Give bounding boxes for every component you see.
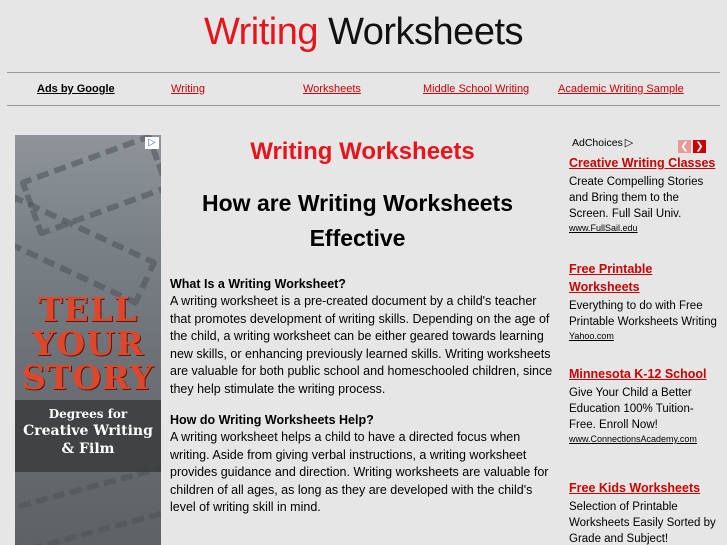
nav-link-middle-school-writing[interactable]: Middle School Writing xyxy=(423,83,529,95)
page-subheading: How are Writing Worksheets Effective xyxy=(202,190,513,251)
ads-by-google-label[interactable]: Ads by Google xyxy=(37,83,115,95)
site-title-part2: Worksheets xyxy=(328,11,524,53)
nav-link-writing[interactable]: Writing xyxy=(171,83,205,95)
section-title: What Is a Writing Worksheet? xyxy=(170,277,346,291)
ad-item[interactable]: Creative Writing Classes Create Compelli… xyxy=(569,154,719,234)
film-strip-decoration xyxy=(15,463,161,545)
ad-title-link[interactable]: Creative Writing Classes xyxy=(569,154,719,172)
ad-title-link[interactable]: Minnesota K-12 School xyxy=(569,365,719,383)
page-heading: Writing Worksheets xyxy=(250,138,475,165)
chevron-right-icon[interactable]: ❯ xyxy=(693,140,706,153)
adchoices-icon[interactable]: ▷ xyxy=(145,137,159,149)
left-banner-ad[interactable]: ▷ TELL YOUR STORY Degrees for Creative W… xyxy=(15,135,161,545)
ad-description: Everything to do with Free Printable Wor… xyxy=(569,300,717,328)
ad-title-link[interactable]: Free Kids Worksheets xyxy=(569,479,719,497)
ad-item[interactable]: Free Kids Worksheets Selection of Printa… xyxy=(569,479,719,545)
site-title: Writing Worksheets xyxy=(0,10,727,54)
ad-tagline: Degrees for Creative Writing & Film xyxy=(15,400,161,472)
nav-link-worksheets[interactable]: Worksheets xyxy=(303,83,361,95)
ad-description: Give Your Child a Better Education 100% … xyxy=(569,387,694,431)
ad-url[interactable]: www.ConnectionsAcademy.com xyxy=(569,433,719,445)
section-body: A writing worksheet helps a child to hav… xyxy=(170,430,549,514)
ad-headline: TELL YOUR STORY xyxy=(21,290,155,397)
ad-url[interactable]: www.FullSail.edu xyxy=(569,222,719,234)
ad-nav-arrows: ❮ ❯ xyxy=(678,136,708,154)
nav-link-academic-writing-sample[interactable]: Academic Writing Sample xyxy=(558,83,684,95)
adchoices-label[interactable]: AdChoices ▷ xyxy=(572,136,633,149)
ad-description: Create Compelling Stories and Bring them… xyxy=(569,176,704,220)
top-nav: Ads by Google Writing Worksheets Middle … xyxy=(7,72,720,106)
ad-title-link[interactable]: Free Printable Worksheets xyxy=(569,260,719,296)
site-title-part1: Writing xyxy=(203,11,319,53)
chevron-left-icon[interactable]: ❮ xyxy=(678,140,691,153)
section-title: How do Writing Worksheets Help? xyxy=(170,413,374,427)
section-body: A writing worksheet is a pre-created doc… xyxy=(170,294,553,396)
ad-description: Selection of Printable Worksheets Easily… xyxy=(569,501,716,545)
ad-item[interactable]: Free Printable Worksheets Everything to … xyxy=(569,260,719,342)
ad-url[interactable]: Yahoo.com xyxy=(569,330,719,342)
ad-item[interactable]: Minnesota K-12 School Give Your Child a … xyxy=(569,365,719,445)
main-content: Writing Worksheets How are Writing Works… xyxy=(170,136,555,517)
adchoices-icon: ▷ xyxy=(624,137,634,149)
